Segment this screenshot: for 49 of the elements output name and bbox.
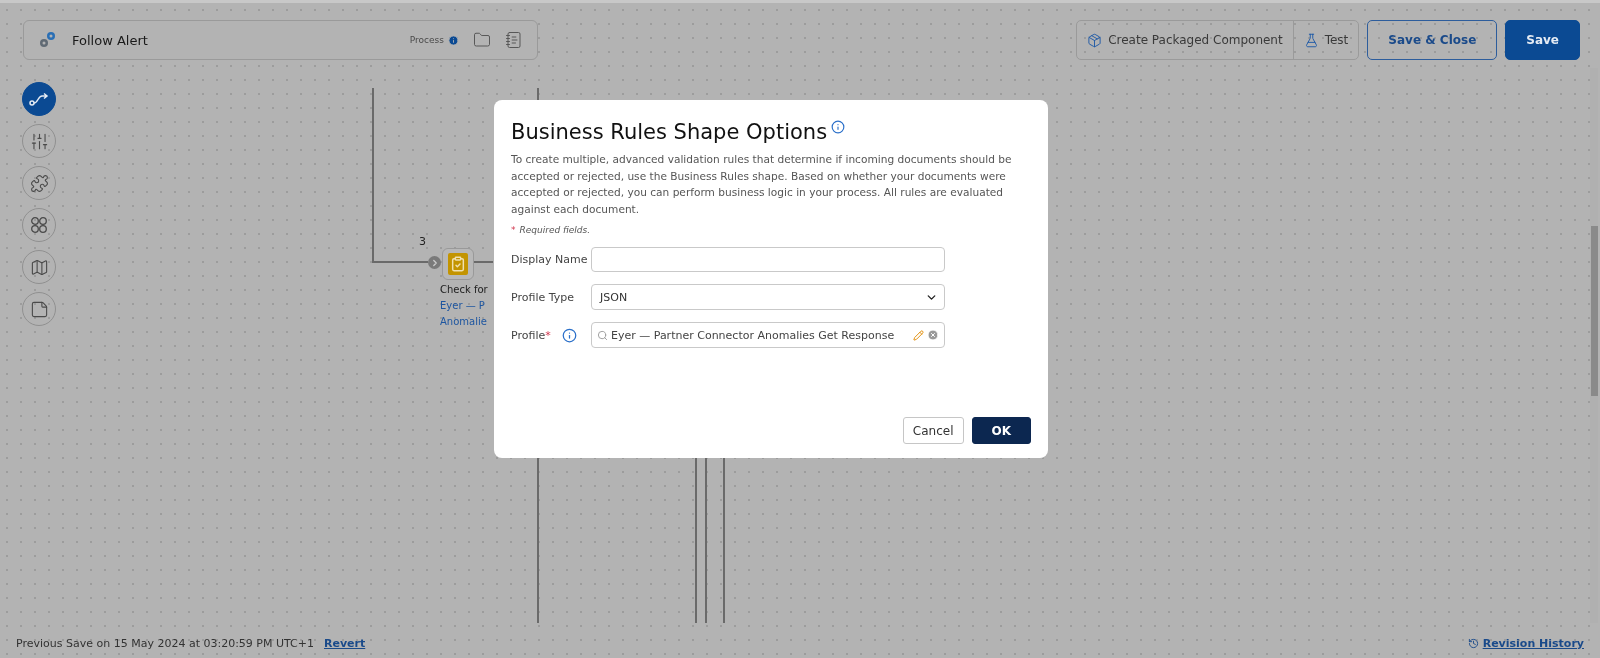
route-icon — [29, 92, 49, 106]
node-label: Check for — [440, 283, 488, 297]
save-button[interactable]: Save — [1505, 20, 1580, 60]
required-note: Required fields. — [519, 225, 591, 235]
ok-button[interactable]: OK — [971, 417, 1031, 444]
sidebar-tool-button[interactable] — [22, 82, 56, 116]
puzzle-icon — [29, 173, 49, 193]
package-icon — [1087, 32, 1103, 48]
field-label: Profile Type — [511, 290, 574, 304]
profile-type-select[interactable]: JSON — [591, 284, 945, 310]
clipboard-check-icon — [450, 256, 466, 272]
info-icon[interactable] — [561, 327, 577, 343]
connector-line — [537, 88, 539, 100]
note-icon — [29, 299, 49, 319]
process-type-label: Process — [409, 35, 444, 45]
revert-link[interactable]: Revert — [324, 637, 366, 650]
process-node[interactable] — [442, 248, 474, 280]
required-mark: * — [511, 225, 516, 235]
search-icon — [597, 329, 608, 341]
clear-icon[interactable] — [927, 329, 939, 341]
flask-icon — [1303, 32, 1319, 48]
gears-icon — [38, 31, 58, 49]
connector-line — [473, 261, 493, 263]
pencil-icon[interactable] — [913, 329, 924, 341]
folder-icon[interactable] — [473, 31, 491, 49]
info-icon[interactable] — [448, 34, 459, 46]
display-name-input[interactable] — [591, 247, 945, 272]
save-and-close-button[interactable]: Save & Close — [1367, 20, 1498, 60]
field-label: Profile* — [511, 328, 551, 342]
previous-save-text: Previous Save on 15 May 2024 at 03:20:59 PM UTC+1 — [16, 637, 314, 650]
node-link[interactable]: Eyer — P — [440, 298, 488, 314]
info-icon[interactable] — [831, 120, 846, 134]
dialog-description: To create multiple, advanced validation rules that determine if incoming documents should be accepted or rejected, use the Business Rules shape. Based on whether your documents were accepted or rejected, you can perform business logic in your process. All rules are evaluated against each document. — [511, 152, 1013, 217]
notepad-icon[interactable] — [505, 31, 523, 49]
dialog-title: Business Rules Shape Options — [511, 120, 828, 144]
cancel-button[interactable]: Cancel — [902, 417, 964, 444]
profile-lookup-field[interactable]: Eyer — Partner Connector Anomalies Get Response — [591, 322, 945, 348]
sliders-icon — [29, 131, 49, 151]
history-icon — [1467, 638, 1479, 649]
revision-history-link[interactable]: Revision History — [1467, 637, 1584, 650]
node-link[interactable]: Anomalie — [440, 314, 488, 330]
create-packaged-component-button[interactable]: Create Packaged Component — [1077, 21, 1293, 59]
four-circles-icon — [30, 216, 48, 234]
process-title: Follow Alert — [72, 32, 149, 48]
scrollbar-thumb[interactable] — [1591, 226, 1598, 396]
step-number: 3 — [419, 235, 426, 248]
test-button[interactable]: Test — [1292, 21, 1359, 59]
map-icon — [29, 257, 49, 277]
field-label: Display Name — [511, 253, 588, 266]
